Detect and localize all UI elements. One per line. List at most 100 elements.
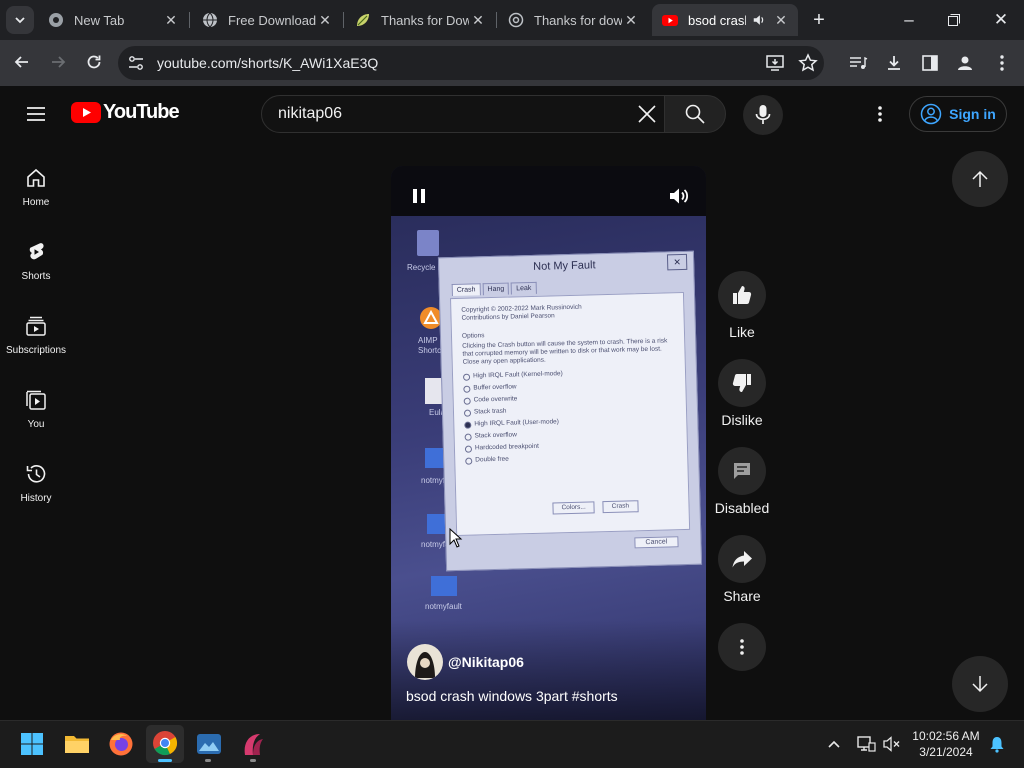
close-tab-icon[interactable]: ✕ — [469, 12, 487, 29]
dislike-button[interactable] — [718, 359, 766, 407]
sign-in-button[interactable]: Sign in — [909, 96, 1007, 132]
dialog-option-label: Stack trash — [473, 407, 507, 416]
tab-divider — [343, 12, 344, 28]
system-clock[interactable]: 10:02:56 AM 3/21/2024 — [906, 728, 986, 760]
restore-icon — [948, 14, 960, 26]
sign-in-label: Sign in — [949, 106, 996, 122]
not-my-fault-dialog: Not My Fault ✕ Crash Hang Leak Copyright… — [437, 250, 703, 572]
dialog-option-label: High IRQL Fault (Kernel-mode) — [472, 370, 563, 380]
radio-icon — [465, 457, 473, 465]
hamburger-menu-button[interactable] — [26, 104, 46, 129]
pause-button[interactable] — [409, 186, 429, 211]
sidebar-item-you[interactable]: You — [0, 372, 72, 446]
browser-tab[interactable]: Free Download ✕ — [192, 4, 342, 36]
like-button[interactable] — [718, 271, 766, 319]
forward-button[interactable] — [48, 52, 68, 77]
dialog-close-icon: ✕ — [666, 253, 688, 271]
dialog-option: Buffer overflow — [463, 379, 675, 393]
install-app-icon[interactable] — [765, 53, 785, 78]
tab-title: New Tab — [74, 12, 125, 28]
search-input[interactable]: nikitap06 — [278, 105, 342, 123]
new-tab-button[interactable]: + — [808, 9, 830, 31]
sidebar-item-subscriptions[interactable]: Subscriptions — [0, 298, 72, 372]
browser-tab[interactable]: Thanks for dow ✕ — [498, 4, 648, 36]
url-text[interactable]: youtube.com/shorts/K_AWi1XaE3Q — [157, 55, 378, 71]
restore-window-button[interactable] — [948, 13, 960, 26]
chrome-icon — [49, 13, 63, 27]
chrome-icon — [153, 731, 178, 756]
share-button[interactable] — [718, 535, 766, 583]
firefox-icon — [109, 732, 133, 756]
settings-menu-button[interactable] — [870, 104, 890, 129]
browser-tab-strip: New Tab ✕ Free Download ✕ Thanks for Dow… — [0, 0, 1024, 40]
short-title[interactable]: bsod crash windows 3part #shorts — [406, 688, 618, 704]
reload-button[interactable] — [84, 52, 104, 77]
home-icon — [27, 168, 45, 187]
download-icon[interactable] — [884, 53, 904, 78]
close-tab-icon[interactable]: ✕ — [162, 12, 180, 29]
taskbar-firefox[interactable] — [108, 731, 134, 762]
dialog-option-label: Hardcoded breakpoint — [474, 442, 539, 452]
shorts-video-player[interactable]: Recycle B AIMP Shortcu Eula notmyfa notm… — [391, 166, 706, 720]
browser-tab[interactable]: New Tab ✕ — [38, 4, 188, 36]
comments-label: Disabled — [714, 500, 770, 516]
microphone-icon — [755, 105, 771, 124]
clear-search-button[interactable] — [636, 103, 658, 130]
youtube-logo[interactable]: YouTube — [71, 101, 180, 124]
channel-avatar[interactable] — [407, 644, 443, 680]
previous-short-button[interactable] — [952, 151, 1008, 207]
arrow-up-icon — [972, 170, 988, 187]
running-indicator — [250, 759, 256, 762]
browser-tab-active[interactable]: bsod crash ✕ — [652, 4, 798, 36]
speaker-icon[interactable] — [752, 13, 766, 27]
show-hidden-icons-button[interactable] — [826, 736, 842, 757]
media-control-icon[interactable] — [848, 53, 868, 78]
browser-menu-icon[interactable] — [992, 53, 1012, 78]
youtube-logo-text: YouTube — [103, 101, 180, 123]
comments-button[interactable] — [718, 447, 766, 495]
notification-bell-icon[interactable] — [988, 735, 1006, 758]
dialog-option-label: Buffer overflow — [473, 383, 517, 392]
next-short-button[interactable] — [952, 656, 1008, 712]
tab-divider — [189, 12, 190, 28]
dialog-tab: Leak — [511, 281, 537, 295]
video-top-bar — [391, 166, 706, 216]
more-options-button[interactable] — [718, 623, 766, 671]
search-button[interactable] — [664, 95, 726, 133]
minimize-window-button[interactable]: – — [898, 9, 920, 31]
taskbar-file-explorer[interactable] — [64, 732, 90, 761]
dialog-option: High IRQL Fault (Kernel-mode) — [462, 367, 675, 381]
taskbar-app[interactable] — [240, 731, 266, 762]
close-window-button[interactable]: ✕ — [990, 9, 1012, 31]
voice-search-button[interactable] — [743, 95, 783, 135]
volume-muted-icon[interactable] — [882, 734, 902, 759]
start-button[interactable] — [20, 732, 44, 761]
video-desktop-label: notmyfault — [425, 602, 462, 611]
avatar-icon — [415, 652, 435, 678]
sidebar-item-home[interactable]: Home — [0, 150, 72, 224]
close-icon — [638, 105, 656, 123]
tab-search-button[interactable] — [6, 6, 34, 34]
taskbar-chrome-active[interactable] — [146, 725, 184, 763]
close-tab-icon[interactable]: ✕ — [622, 12, 640, 29]
close-tab-icon[interactable]: ✕ — [772, 12, 790, 29]
thumbs-down-icon — [732, 374, 751, 392]
channel-name[interactable]: @Nikitap06 — [448, 654, 524, 670]
browser-tab[interactable]: Thanks for Dow ✕ — [345, 4, 495, 36]
profile-icon[interactable] — [955, 53, 975, 78]
taskbar-photos[interactable] — [196, 732, 222, 762]
close-tab-icon[interactable]: ✕ — [316, 12, 334, 29]
site-info-icon[interactable] — [127, 54, 145, 77]
active-indicator — [158, 759, 172, 762]
sidebar-item-history[interactable]: History — [0, 446, 72, 520]
sidebar-item-label: Shorts — [21, 270, 51, 282]
bookmark-star-icon[interactable] — [798, 53, 818, 78]
radio-icon — [463, 397, 471, 405]
volume-button[interactable] — [667, 184, 691, 213]
network-icon[interactable] — [856, 734, 876, 759]
account-circle-icon — [920, 103, 942, 125]
sidebar-item-shorts[interactable]: Shorts — [0, 224, 72, 298]
dialog-warning: Clicking the Crash button will cause the… — [462, 337, 668, 366]
back-button[interactable] — [12, 52, 32, 77]
side-panel-icon[interactable] — [920, 53, 940, 78]
